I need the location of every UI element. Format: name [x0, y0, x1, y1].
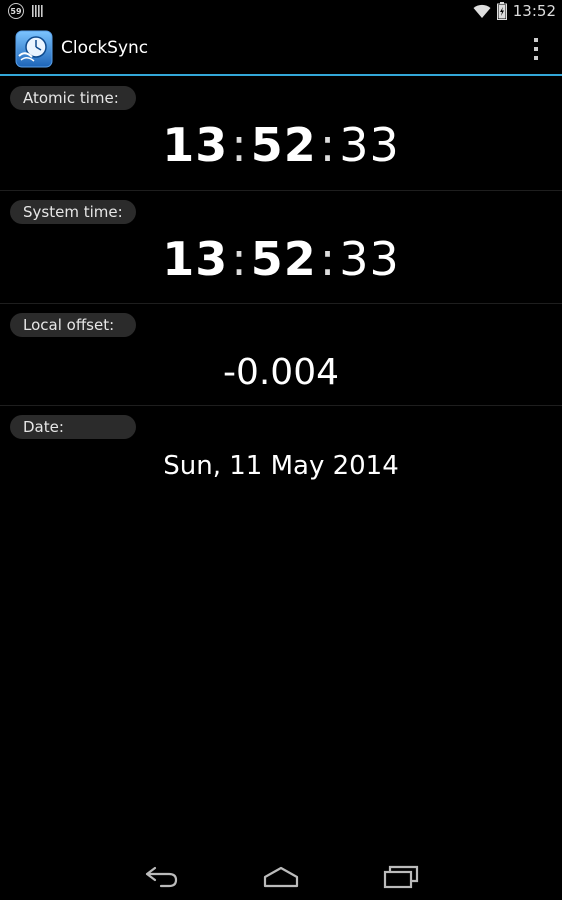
system-time-label: System time: [10, 200, 136, 224]
time-separator: : [319, 232, 337, 286]
local-offset-value: -0.004 [222, 352, 340, 393]
section-divider [0, 303, 562, 304]
action-bar: ClockSync [0, 24, 562, 74]
date-label: Date: [10, 415, 136, 439]
atomic-time-value: 13:52:33 [0, 118, 562, 172]
home-icon[interactable] [261, 862, 301, 890]
navigation-bar [0, 852, 562, 900]
recent-apps-icon[interactable] [381, 862, 421, 890]
date-value: Sun, 11 May 2014 [163, 451, 399, 481]
status-left: 59 [8, 3, 44, 19]
system-seconds: 33 [339, 232, 400, 286]
overflow-dot [534, 47, 538, 51]
section-divider [0, 190, 562, 191]
atomic-hours: 13 [162, 118, 229, 172]
barcode-icon [32, 5, 43, 17]
battery-charging-icon [496, 2, 507, 20]
overflow-menu-icon[interactable] [532, 38, 540, 60]
action-bar-accent-line [0, 74, 562, 76]
time-separator: : [231, 232, 248, 286]
local-offset-label: Local offset: [10, 313, 136, 337]
overflow-dot [534, 38, 538, 42]
section-divider [0, 405, 562, 406]
atomic-minutes: 52 [250, 118, 317, 172]
wifi-icon [473, 4, 491, 18]
atomic-time-label: Atomic time: [10, 86, 136, 110]
status-clock: 13:52 [512, 2, 556, 20]
back-icon[interactable] [141, 862, 181, 890]
time-separator: : [319, 118, 337, 172]
system-hours: 13 [162, 232, 229, 286]
atomic-seconds: 33 [339, 118, 400, 172]
system-minutes: 52 [250, 232, 317, 286]
time-separator: : [231, 118, 248, 172]
clocksync-app-icon[interactable] [15, 30, 53, 68]
status-bar: 59 13:52 [0, 0, 562, 24]
notification-count-icon: 59 [8, 3, 24, 19]
system-time-value: 13:52:33 [0, 232, 562, 286]
overflow-dot [534, 56, 538, 60]
app-title: ClockSync [61, 38, 149, 58]
status-right: 13:52 [473, 2, 556, 20]
